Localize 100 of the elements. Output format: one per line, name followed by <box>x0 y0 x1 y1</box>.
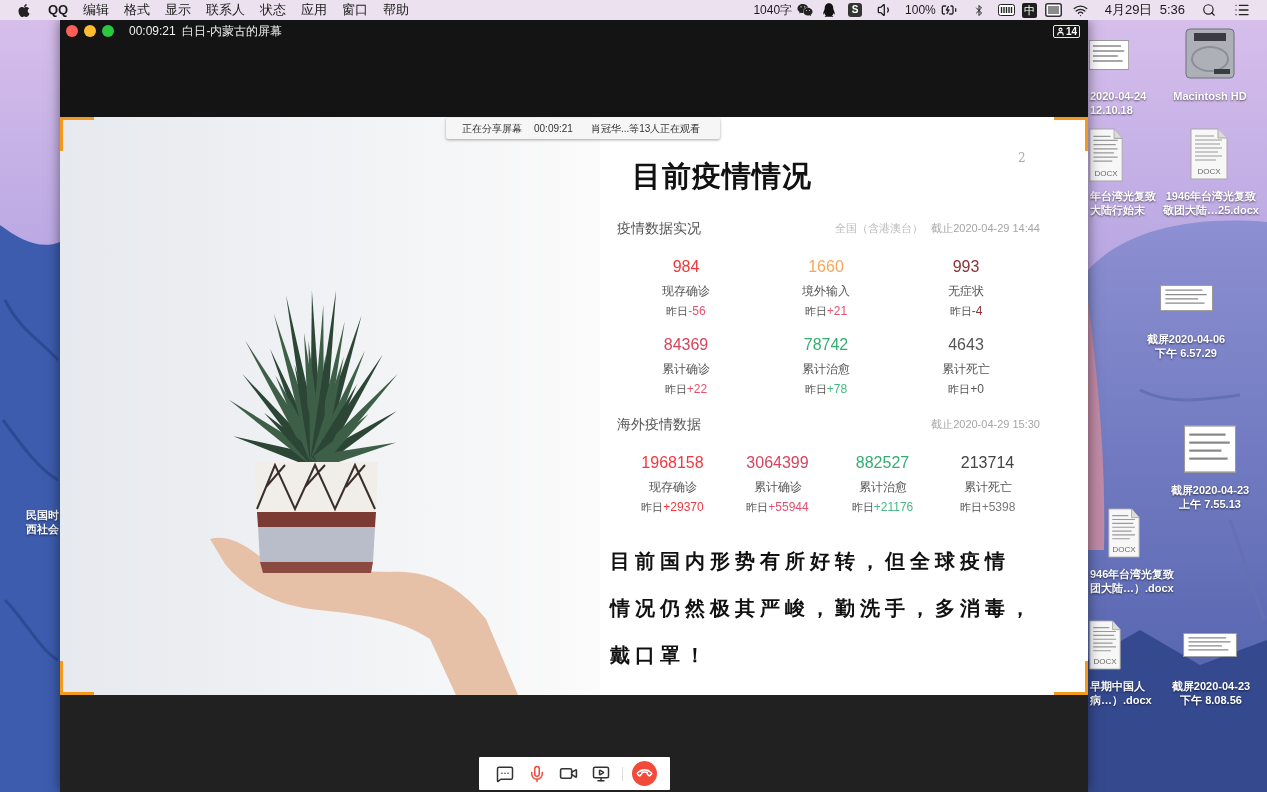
stat-label: 现存确诊 <box>648 479 697 495</box>
slide-message-line: 目前国内形势有所好转，但全球疫情 <box>610 548 1010 575</box>
screenshot-thumbnail-icon[interactable] <box>1160 285 1213 311</box>
yesterday-label: 昨日 <box>804 304 827 319</box>
file-type-label: DOCX <box>1093 169 1119 179</box>
stat-value: 213714 <box>960 453 1015 473</box>
section-heading: 海外疫情数据 <box>617 415 701 434</box>
hard-drive-icon[interactable] <box>1184 27 1236 80</box>
chat-icon <box>495 764 514 783</box>
yesterday-label: 昨日 <box>666 304 689 319</box>
viewer-count: 肖冠华...等13人正在观看 <box>590 122 701 135</box>
desktop-icon-label[interactable]: 上午 7.55.13 <box>1179 497 1241 511</box>
section-heading: 疫情数据实况 <box>617 219 701 238</box>
daily-change: +21 <box>826 303 848 319</box>
file-type-label: DOCX <box>1092 657 1118 667</box>
participants-button[interactable]: 14 <box>1052 24 1080 38</box>
list-icon[interactable] <box>1234 2 1250 18</box>
screenshot-thumbnail-icon[interactable] <box>1089 40 1129 70</box>
share-status: 正在分享屏幕 <box>462 122 522 135</box>
file-type-label: DOCX <box>1111 545 1137 555</box>
stat-value: 882527 <box>855 453 910 473</box>
daily-change: +0 <box>970 381 984 397</box>
slide-message-line: 戴口罩！ <box>610 642 710 669</box>
chat-bubbles-icon[interactable] <box>797 3 814 17</box>
menu-item[interactable]: 窗口 <box>342 0 369 20</box>
menu-bar-clock[interactable]: 4月29日 5:36 <box>1104 0 1185 20</box>
stat-value: 84369 <box>663 335 709 355</box>
monitor-play-icon <box>591 764 610 783</box>
minimize-button[interactable] <box>84 25 96 37</box>
word-count[interactable]: 1040字 <box>753 0 793 20</box>
display-icon[interactable] <box>1044 3 1062 17</box>
stat-label: 现存确诊 <box>662 283 710 299</box>
stat-value: 1660 <box>808 257 844 277</box>
document-icon[interactable] <box>1089 128 1123 182</box>
desktop-icon-label[interactable]: 早期中国人 <box>1090 679 1145 693</box>
input-source-button[interactable]: S <box>848 3 863 17</box>
menu-item[interactable]: 显示 <box>165 0 192 20</box>
menu-item[interactable]: 帮助 <box>383 0 410 20</box>
search-icon[interactable] <box>1202 3 1216 17</box>
meter-icon[interactable] <box>997 4 1015 16</box>
stat-value: 3064399 <box>746 453 809 473</box>
battery-percentage[interactable]: 100% <box>905 0 936 20</box>
menu-item[interactable]: 状态 <box>260 0 287 20</box>
share-duration: 00:09:21 <box>534 122 573 135</box>
data-scope: 全国（含港澳台） <box>835 221 924 236</box>
stat-label: 累计确诊 <box>753 479 802 495</box>
screenshot-thumbnail-icon[interactable] <box>1183 633 1237 657</box>
daily-change: +29370 <box>663 499 704 515</box>
document-icon[interactable] <box>1089 620 1121 670</box>
daily-change: +21176 <box>873 499 914 515</box>
document-icon[interactable] <box>1108 508 1140 558</box>
update-time: 截止2020-04-29 14:44 <box>931 221 1040 236</box>
slide-message-line: 情况仍然极其严峻，勤洗手，多消毒， <box>610 595 1035 622</box>
zoom-button[interactable] <box>102 25 114 37</box>
apple-menu-button[interactable] <box>17 2 31 18</box>
daily-change: -56 <box>688 303 706 319</box>
file-type-label: DOCX <box>1196 167 1222 177</box>
stat-label: 累计死亡 <box>942 361 990 377</box>
corner-bracket-icon <box>60 117 94 151</box>
stat-label: 无症状 <box>948 283 984 299</box>
person-icon <box>1055 26 1065 36</box>
stat-value: 984 <box>672 257 700 277</box>
desktop-icon-label[interactable]: 西社会 <box>26 522 59 536</box>
menu-item[interactable]: 格式 <box>124 0 151 20</box>
daily-change: +55944 <box>768 499 809 515</box>
yesterday-label: 昨日 <box>948 382 971 397</box>
desktop-icon-label[interactable]: 民国时 <box>26 508 59 522</box>
close-button[interactable] <box>66 25 78 37</box>
stat-label: 累计确诊 <box>662 361 710 377</box>
hang-up-button[interactable] <box>631 761 657 786</box>
daily-change: +5398 <box>981 499 1016 515</box>
stat-value: 4643 <box>948 335 984 355</box>
slide-title: 目前疫情情况 <box>631 158 813 194</box>
desktop-icon-label[interactable]: 病…）.docx <box>1090 693 1152 707</box>
desktop-icon-label[interactable]: 截屏2020-04-23 <box>1170 483 1250 497</box>
desktop-icon-label[interactable]: 团大陆…）.docx <box>1090 581 1174 595</box>
yesterday-label: 昨日 <box>804 382 827 397</box>
app-menu[interactable]: QQ <box>48 0 69 20</box>
desktop-icon-label[interactable]: 截屏2020-04-23 <box>1171 679 1251 693</box>
stat-label: 累计治愈 <box>802 361 850 377</box>
stat-value: 993 <box>952 257 980 277</box>
penguin-icon[interactable] <box>823 3 836 17</box>
page-number: 2 <box>1018 151 1026 165</box>
stat-label: 累计死亡 <box>963 479 1012 495</box>
stat-value: 1968158 <box>641 453 704 473</box>
menu-item[interactable]: 应用 <box>301 0 328 20</box>
desktop-icon-label[interactable]: 946年台湾光复致 <box>1090 567 1175 581</box>
desktop-icon-label[interactable]: 下午 8.08.56 <box>1180 693 1242 707</box>
menu-item[interactable]: 编辑 <box>83 0 110 20</box>
daily-change: -4 <box>971 303 983 319</box>
yesterday-label: 昨日 <box>851 500 874 515</box>
menu-item[interactable]: 联系人 <box>206 0 246 20</box>
wifi-icon[interactable] <box>1071 2 1089 18</box>
yesterday-label: 昨日 <box>664 382 687 397</box>
screenshot-thumbnail-icon[interactable] <box>1184 425 1236 473</box>
apple-icon <box>17 2 31 18</box>
input-method-button[interactable]: 中 <box>1021 2 1037 18</box>
window-title: 00:09:21 白日-内蒙古的屏幕 <box>129 23 283 39</box>
yesterday-label: 昨日 <box>959 500 982 515</box>
stat-label: 累计治愈 <box>858 479 907 495</box>
